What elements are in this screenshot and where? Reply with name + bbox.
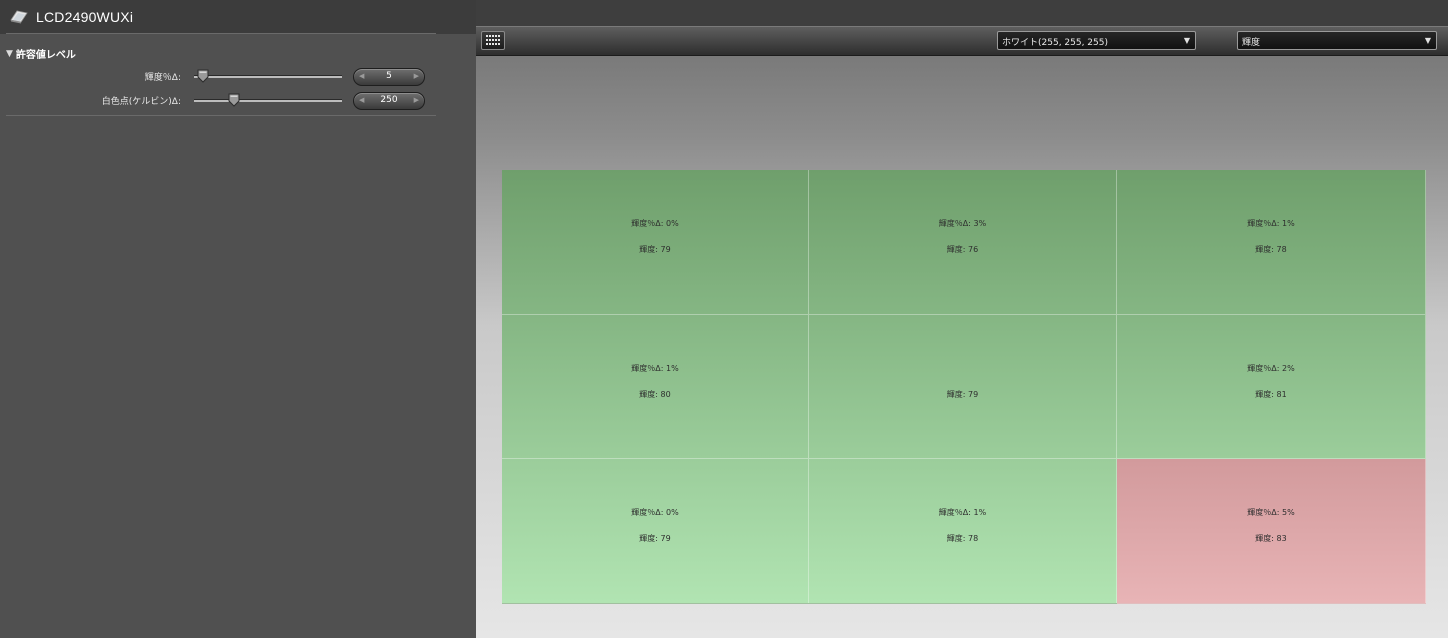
- stepper-increment-icon[interactable]: ▶: [414, 72, 419, 80]
- cell-delta-text: 輝度％Δ: 2%: [1247, 364, 1295, 373]
- grid-cell: 輝度％Δ: 0% 輝度: 79: [502, 459, 809, 604]
- whitepoint-tolerance-row: 白色点(ケルビン)Δ: ◀ 250 ▶: [0, 92, 436, 110]
- slider-thumb[interactable]: [228, 93, 240, 107]
- luminance-tolerance-row: 輝度％Δ: ◀ 5 ▶: [0, 68, 436, 86]
- cell-luminance-text: 輝度: 83: [1255, 534, 1287, 543]
- metric-select[interactable]: 輝度 ▼: [1237, 31, 1437, 50]
- whitepoint-tolerance-label: 白色点(ケルビン)Δ:: [101, 97, 181, 107]
- cell-luminance-text: 輝度: 76: [946, 245, 979, 254]
- collapse-triangle-icon: ▼: [6, 48, 13, 59]
- uniformity-grid: 輝度％Δ: 0% 輝度: 79 輝度％Δ: 3% 輝度: 76 輝度％Δ: 1% 輝度: …: [502, 170, 1426, 604]
- slider-track: [194, 75, 342, 78]
- grid-cell: 輝度％Δ: 1% 輝度: 78: [1117, 170, 1426, 315]
- grid-layout-button[interactable]: [481, 31, 505, 50]
- view-toolbar: ホワイト(255, 255, 255) ▼ 輝度 ▼: [476, 26, 1448, 56]
- slider-track: [194, 99, 342, 102]
- grid-cell: 輝度％Δ: 0% 輝度: 79: [502, 170, 809, 315]
- metric-value: 輝度: [1242, 38, 1261, 48]
- title-divider: [6, 33, 436, 34]
- grid-cell: 輝度％Δ: 1% 輝度: 80: [502, 315, 809, 459]
- cell-delta-text: 輝度％Δ: 1%: [631, 364, 679, 373]
- left-panel: LCD2490WUXi ▼ 許容値レベル 輝度％Δ: ◀ 5 ▶ 白色点(ケルビ…: [0, 0, 476, 638]
- cell-delta-text: 輝度％Δ: 5%: [1247, 508, 1295, 517]
- cell-delta-text: 輝度％Δ: 3%: [938, 219, 987, 228]
- tolerance-section-title: 許容値レベル: [15, 50, 76, 61]
- slider-thumb[interactable]: [197, 69, 209, 83]
- cell-luminance-text: 輝度: 79: [639, 534, 671, 543]
- whitepoint-tolerance-slider[interactable]: [194, 93, 342, 107]
- stepper-decrement-icon[interactable]: ◀: [359, 72, 364, 80]
- cell-delta-text: 輝度％Δ: 0%: [631, 219, 679, 228]
- app-window: LCD2490WUXi ▼ 許容値レベル 輝度％Δ: ◀ 5 ▶ 白色点(ケルビ…: [0, 0, 1448, 638]
- cell-luminance-text: 輝度: 78: [946, 534, 979, 543]
- uniformity-view: ホワイト(255, 255, 255) ▼ 輝度 ▼ 輝度％Δ: 0% 輝度: 7…: [476, 26, 1448, 638]
- cell-delta-text: 輝度％Δ: 0%: [631, 508, 679, 517]
- test-color-select[interactable]: ホワイト(255, 255, 255) ▼: [997, 31, 1196, 50]
- cell-luminance-text: 輝度: 81: [1255, 390, 1287, 399]
- app-title: LCD2490WUXi: [36, 9, 134, 25]
- grid-cell: 輝度％Δ: 1% 輝度: 78: [809, 459, 1117, 604]
- title-bar: LCD2490WUXi: [0, 0, 476, 34]
- section-divider: [6, 115, 436, 116]
- grid-cell: 輝度％Δ: 2% 輝度: 81: [1117, 315, 1426, 459]
- test-color-value: ホワイト(255, 255, 255): [1002, 38, 1109, 48]
- cell-luminance-text: 輝度: 79: [946, 390, 979, 399]
- cell-delta-text: 輝度％Δ: 1%: [938, 508, 987, 517]
- grid-cell: 輝度％Δ: 5% 輝度: 83: [1117, 459, 1426, 604]
- cell-luminance-text: 輝度: 79: [639, 245, 671, 254]
- chevron-down-icon: ▼: [1424, 36, 1431, 45]
- chevron-down-icon: ▼: [1183, 36, 1190, 45]
- grid-cell: 輝度％Δ: 3% 輝度: 76: [809, 170, 1117, 315]
- cell-luminance-text: 輝度: 78: [1255, 245, 1287, 254]
- monitor-icon: [10, 10, 28, 24]
- luminance-tolerance-value: 5: [386, 71, 392, 81]
- stepper-increment-icon[interactable]: ▶: [414, 96, 419, 104]
- grid-icon: [486, 35, 500, 45]
- luminance-tolerance-slider[interactable]: [194, 69, 342, 83]
- whitepoint-tolerance-value: 250: [380, 95, 398, 105]
- tolerance-section-toggle[interactable]: ▼ 許容値レベル: [6, 46, 76, 62]
- luminance-tolerance-label: 輝度％Δ:: [144, 73, 181, 83]
- grid-cell: 輝度: 79: [809, 315, 1117, 459]
- cell-luminance-text: 輝度: 80: [639, 390, 671, 399]
- whitepoint-tolerance-stepper[interactable]: ◀ 250 ▶: [353, 92, 425, 110]
- luminance-tolerance-stepper[interactable]: ◀ 5 ▶: [353, 68, 425, 86]
- cell-delta-text: 輝度％Δ: 1%: [1247, 219, 1295, 228]
- stepper-decrement-icon[interactable]: ◀: [359, 96, 364, 104]
